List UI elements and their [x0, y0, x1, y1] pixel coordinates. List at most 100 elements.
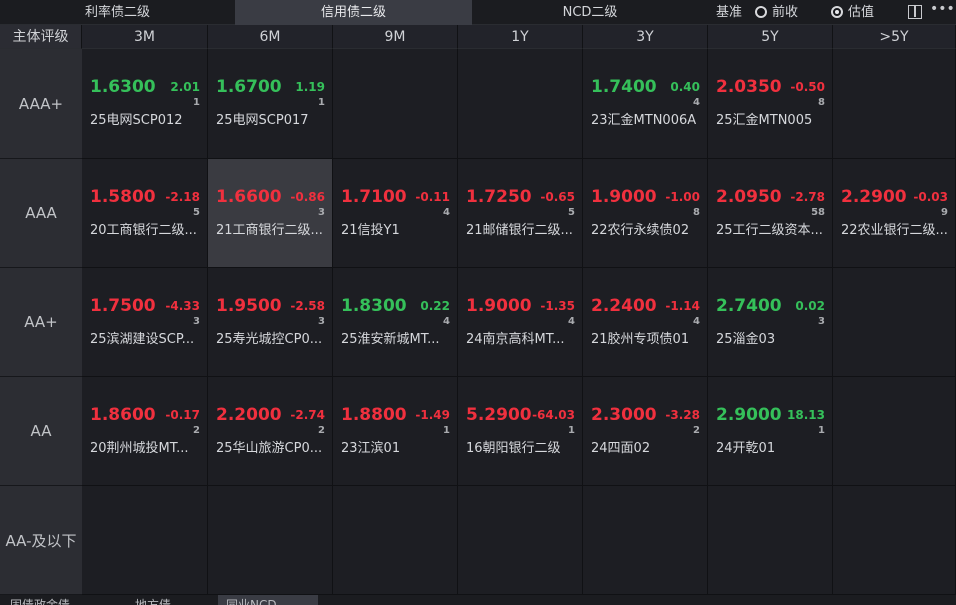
header-tenor[interactable]: 9M	[333, 25, 458, 49]
quote-cell[interactable]: 2.7400 0.02 3 25淄金03	[708, 268, 833, 377]
quote-cell[interactable]: 1.7250 -0.65 5 21邮储银行二级...	[458, 159, 583, 268]
trade-count: 1	[443, 425, 450, 436]
yield-value: 1.8600	[90, 405, 156, 425]
trade-count: 4	[443, 316, 450, 327]
bond-name: 20荆州城投MT...	[90, 441, 189, 456]
bond-name: 25汇金MTN005	[716, 113, 813, 128]
tab-credit-bond-secondary[interactable]: 信用债二级	[235, 0, 472, 25]
change-bp: 0.40	[670, 80, 700, 94]
quote-cell[interactable]: 2.3000 -3.28 2 24四面02	[583, 377, 708, 486]
top-tab-bar: 利率债二级 信用债二级 NCD二级 基准 前收 估值 •••	[0, 0, 956, 25]
row-rating-label: AA-及以下	[0, 486, 82, 595]
change-bp: -2.58	[290, 299, 325, 313]
quote-cell[interactable]: 1.9500 -2.58 3 25寿光城控CP0...	[208, 268, 333, 377]
radio-valuation[interactable]	[831, 6, 843, 18]
bond-name: 25寿光城控CP0...	[216, 332, 323, 347]
bond-name: 25淄金03	[716, 332, 776, 347]
empty-cell	[333, 49, 458, 159]
quote-cell[interactable]: 2.2900 -0.03 9 22农业银行二级...	[833, 159, 956, 268]
row-rating-label: AA	[0, 377, 82, 486]
quote-cell[interactable]: 2.9000 18.13 1 24开乾01	[708, 377, 833, 486]
empty-cell	[82, 486, 208, 595]
trade-count: 8	[818, 97, 825, 108]
trade-count: 5	[193, 207, 200, 218]
header-tenor[interactable]: 3Y	[583, 25, 708, 49]
quote-cell[interactable]: 1.7100 -0.11 4 21信投Y1	[333, 159, 458, 268]
trade-count: 4	[693, 97, 700, 108]
quote-cell[interactable]: 5.2900 -64.03 1 16朝阳银行二级	[458, 377, 583, 486]
quote-cell[interactable]: 1.9000 -1.35 4 24南京高科MT...	[458, 268, 583, 377]
trade-count: 3	[818, 316, 825, 327]
quote-cell[interactable]: 1.5800 -2.18 5 20工商银行二级...	[82, 159, 208, 268]
trade-count: 58	[811, 207, 825, 218]
bottom-tab-gov-bond[interactable]: 固债政金债	[10, 595, 90, 605]
quote-cell[interactable]: 2.2400 -1.14 4 21胶州专项债01	[583, 268, 708, 377]
quote-cell[interactable]: 1.6700 1.19 1 25电网SCP017	[208, 49, 333, 159]
change-bp: -1.35	[540, 299, 575, 313]
trade-count: 5	[568, 207, 575, 218]
bond-name: 24四面02	[591, 441, 651, 456]
yield-value: 2.0350	[716, 77, 782, 97]
yield-value: 1.9500	[216, 296, 282, 316]
yield-value: 1.6300	[90, 77, 156, 97]
bottom-tab-local-bond[interactable]: 地方债	[135, 595, 195, 605]
trade-count: 1	[568, 425, 575, 436]
quote-cell[interactable]: 2.0350 -0.50 8 25汇金MTN005	[708, 49, 833, 159]
quote-cell[interactable]: 2.2000 -2.74 2 25华山旅游CP0...	[208, 377, 333, 486]
trade-count: 1	[818, 425, 825, 436]
yield-value: 1.8300	[341, 296, 407, 316]
bottom-tab-ncd[interactable]: 同业NCD	[218, 595, 318, 605]
change-bp: -0.86	[290, 190, 325, 204]
quote-cell[interactable]: 1.8300 0.22 4 25淮安新城MT...	[333, 268, 458, 377]
yield-value: 1.7400	[591, 77, 657, 97]
empty-cell	[708, 486, 833, 595]
radio-prev-close-label[interactable]: 前收	[772, 0, 798, 25]
change-bp: 18.13	[787, 408, 825, 422]
tab-ncd-secondary[interactable]: NCD二级	[472, 0, 708, 25]
bond-name: 23汇金MTN006A	[591, 113, 697, 128]
trade-count: 3	[318, 316, 325, 327]
yield-value: 1.9000	[591, 187, 657, 207]
yield-value: 1.5800	[90, 187, 156, 207]
quote-cell[interactable]: 1.7400 0.40 4 23汇金MTN006A	[583, 49, 708, 159]
quote-cell[interactable]: 1.6300 2.01 1 25电网SCP012	[82, 49, 208, 159]
quote-cell[interactable]: 1.8600 -0.17 2 20荆州城投MT...	[82, 377, 208, 486]
quote-cell[interactable]: 1.8800 -1.49 1 23江滨01	[333, 377, 458, 486]
radio-valuation-label[interactable]: 估值	[848, 0, 874, 25]
bond-name: 16朝阳银行二级	[466, 441, 561, 456]
bond-name: 25华山旅游CP0...	[216, 441, 323, 456]
trade-count: 3	[193, 316, 200, 327]
header-tenor[interactable]: 6M	[208, 25, 333, 49]
trade-count: 2	[693, 425, 700, 436]
quote-cell[interactable]: 1.9000 -1.00 8 22农行永续债02	[583, 159, 708, 268]
header-tenor[interactable]: 5Y	[708, 25, 833, 49]
empty-cell	[583, 486, 708, 595]
quote-cell[interactable]: 1.7500 -4.33 3 25滨湖建设SCP...	[82, 268, 208, 377]
window-layout-icon[interactable]	[908, 5, 922, 19]
change-bp: 1.19	[295, 80, 325, 94]
header-tenor[interactable]: 1Y	[458, 25, 583, 49]
trade-count: 4	[568, 316, 575, 327]
bond-name: 21工商银行二级...	[216, 223, 323, 238]
change-bp: -4.33	[165, 299, 200, 313]
header-tenor[interactable]: 3M	[82, 25, 208, 49]
yield-value: 1.7250	[466, 187, 532, 207]
empty-cell	[833, 268, 956, 377]
row-rating-label: AAA	[0, 159, 82, 268]
radio-prev-close[interactable]	[755, 6, 767, 18]
bond-name: 24南京高科MT...	[466, 332, 565, 347]
quote-cell[interactable]: 1.6600 -0.86 3 21工商银行二级...	[208, 159, 333, 268]
change-bp: -2.78	[790, 190, 825, 204]
yield-value: 2.2000	[216, 405, 282, 425]
tab-rate-bond-secondary[interactable]: 利率债二级	[0, 0, 235, 25]
bond-name: 23江滨01	[341, 441, 401, 456]
change-bp: -0.11	[415, 190, 450, 204]
more-icon[interactable]: •••	[930, 1, 955, 21]
trade-count: 3	[318, 207, 325, 218]
yield-value: 1.6700	[216, 77, 282, 97]
change-bp: 0.02	[795, 299, 825, 313]
trade-count: 2	[318, 425, 325, 436]
quote-cell[interactable]: 2.0950 -2.78 58 25工行二级资本...	[708, 159, 833, 268]
bond-name: 22农行永续债02	[591, 223, 690, 238]
header-tenor[interactable]: >5Y	[833, 25, 956, 49]
